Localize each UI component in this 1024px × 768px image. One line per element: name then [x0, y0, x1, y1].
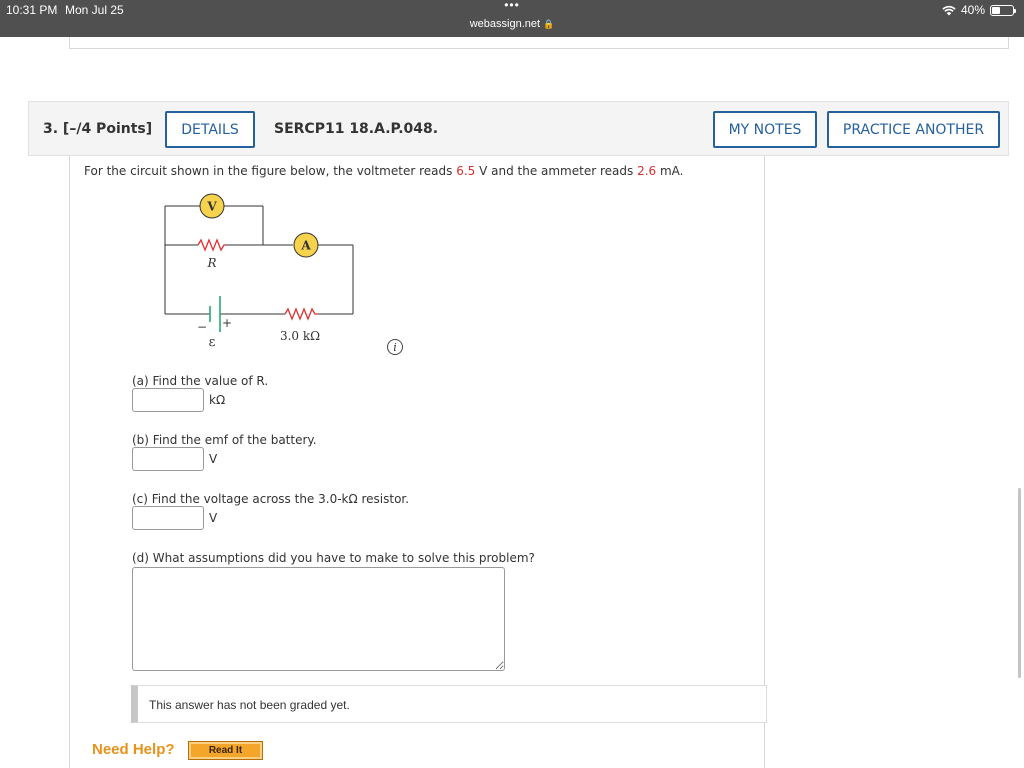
part-c-prompt: (c) Find the voltage across the 3.0-kΩ r… [132, 492, 410, 506]
battery-plus-label: + [222, 316, 232, 330]
circuit-figure: V A R − + ε 3.0 kΩ [164, 193, 354, 350]
status-bar: 10:31 PM Mon Jul 25 ••• webassign.net 🔒 4… [0, 0, 1024, 37]
lock-icon: 🔒 [543, 19, 555, 29]
multitask-dots-icon[interactable]: ••• [500, 0, 524, 12]
part-b-input[interactable] [132, 447, 204, 471]
read-it-button[interactable]: Read It [188, 741, 263, 760]
question-header: 3. [–/4 Points] DETAILS SERCP11 18.A.P.0… [28, 101, 1009, 156]
ammeter-reading: 2.6 [637, 164, 657, 178]
part-d-textarea[interactable] [132, 567, 505, 671]
battery-percent: 40% [960, 3, 985, 17]
part-a-input[interactable] [132, 388, 204, 412]
wifi-icon [942, 5, 956, 15]
part-c-input[interactable] [132, 506, 204, 530]
part-a-unit: kΩ [209, 393, 226, 407]
resistor-r-label: R [206, 256, 216, 270]
resistor-r [197, 238, 226, 252]
question-body: For the circuit shown in the figure belo… [69, 156, 767, 768]
part-a-prompt: (a) Find the value of R. [132, 374, 269, 388]
part-d-prompt: (d) What assumptions did you have to mak… [132, 551, 535, 565]
battery-minus-label: − [197, 320, 207, 334]
question-prompt: For the circuit shown in the figure belo… [84, 164, 684, 178]
question-number: 3. [–/4 Points] [43, 121, 153, 137]
details-button[interactable]: DETAILS [165, 111, 255, 148]
address-bar[interactable]: webassign.net 🔒 [0, 18, 1024, 30]
status-time: 10:31 PM [6, 3, 58, 17]
voltmeter-reading: 6.5 [456, 164, 476, 178]
resistor-3k [284, 307, 318, 321]
part-c-unit: V [209, 511, 218, 525]
emf-label: ε [209, 335, 216, 350]
scroll-indicator[interactable] [1018, 488, 1021, 678]
battery-icon [990, 4, 1016, 16]
info-icon[interactable]: i [387, 339, 403, 355]
grading-status-text: This answer has not been graded yet. [149, 698, 350, 712]
url-text: webassign.net [469, 18, 541, 30]
status-date: Mon Jul 25 [65, 3, 124, 17]
question-code: SERCP11 18.A.P.048. [274, 121, 439, 137]
grading-status-box: This answer has not been graded yet. [131, 685, 767, 723]
previous-question-edge [69, 37, 1009, 49]
part-b-unit: V [209, 452, 218, 466]
ammeter-label: A [300, 239, 311, 253]
practice-another-button[interactable]: PRACTICE ANOTHER [827, 111, 1000, 148]
voltmeter-label: V [206, 200, 217, 214]
my-notes-button[interactable]: MY NOTES [713, 111, 817, 148]
status-indicators: 40% [942, 3, 1016, 17]
known-resistor-label: 3.0 kΩ [280, 329, 320, 343]
need-help-label: Need Help? [92, 741, 175, 758]
part-b-prompt: (b) Find the emf of the battery. [132, 433, 317, 447]
